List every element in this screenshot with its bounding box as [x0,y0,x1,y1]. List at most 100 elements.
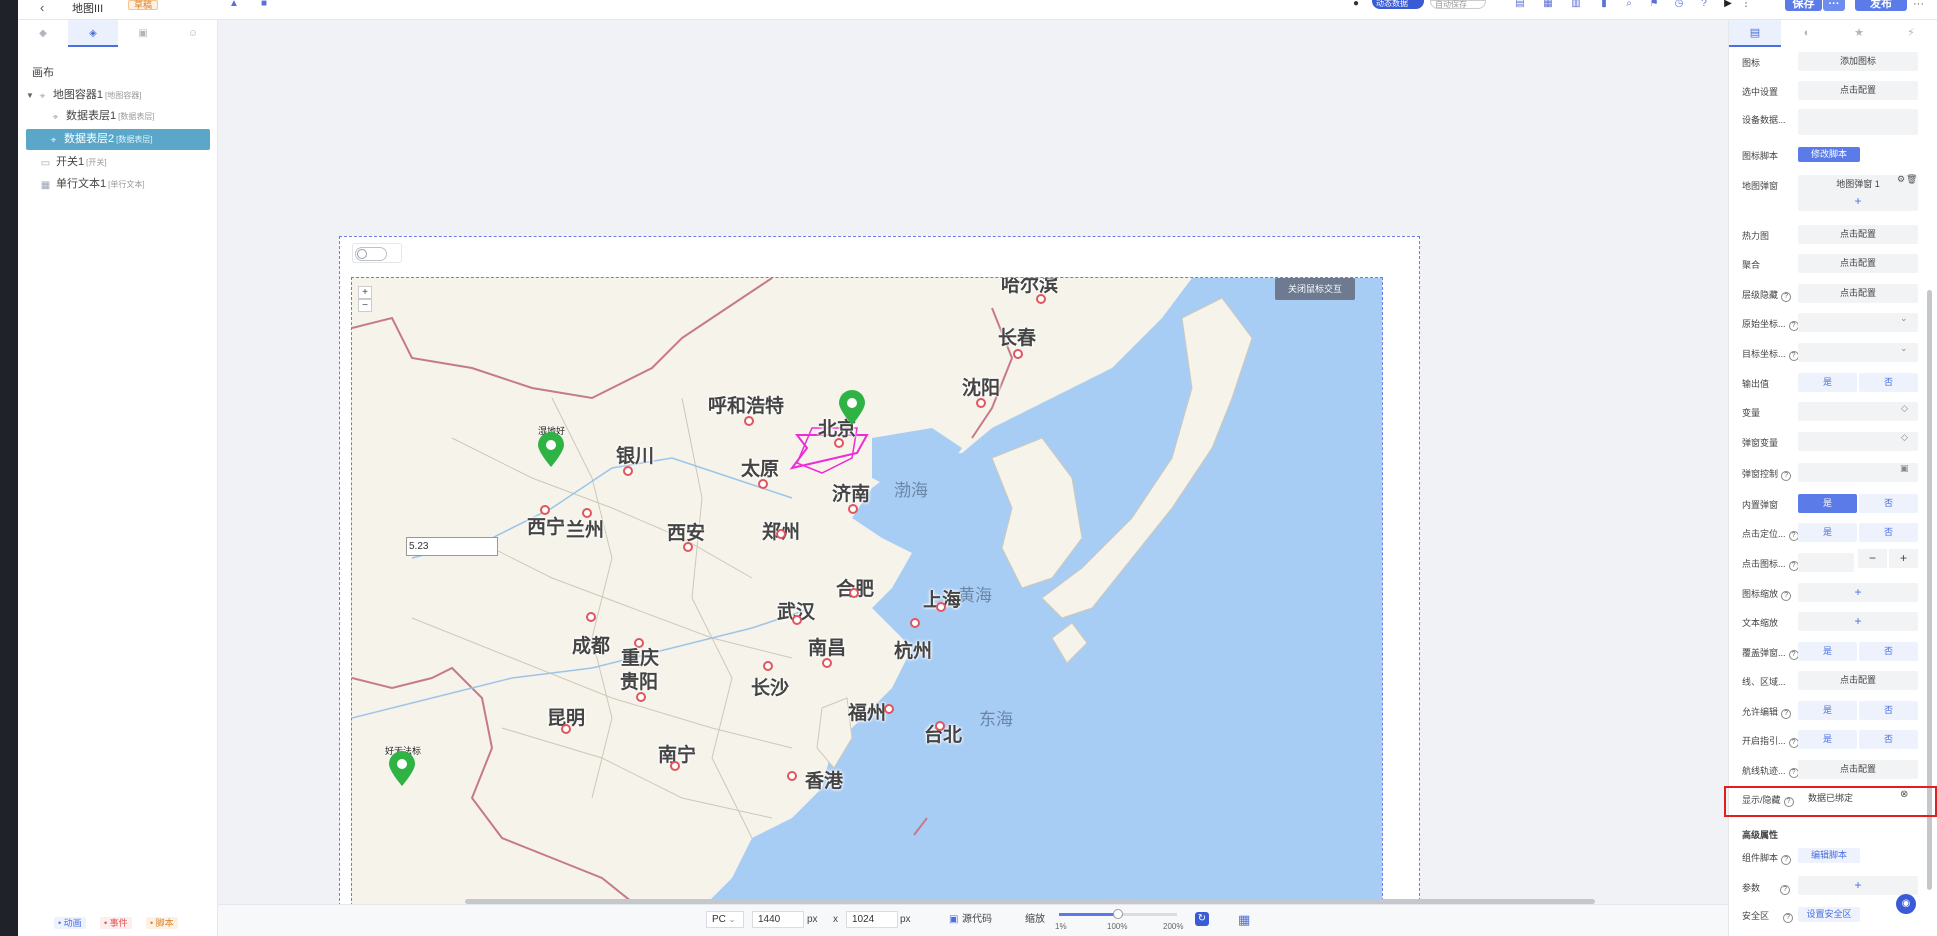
city-dot[interactable] [636,692,646,702]
map-container[interactable]: 渤海 黄海 东海 哈尔滨 长春 沈阳 呼和浩特 北京 银川 太原 济南 西宁 兰… [351,277,1383,936]
city-dot[interactable] [834,438,844,448]
switch-track[interactable] [355,247,387,261]
tab-style[interactable]: ◐ [1781,20,1833,47]
switch-component[interactable] [352,243,402,263]
tab-users[interactable]: ☺ [168,20,218,47]
city-dot[interactable] [670,761,680,771]
footer-event[interactable]: • 事件 [100,917,132,929]
grid-icon[interactable]: ▦ [1542,0,1554,9]
flag-icon[interactable]: ⚑ [1648,0,1660,9]
map-marker-icon[interactable] [837,390,867,426]
option-no[interactable]: 否 [1859,523,1918,542]
trash-icon[interactable]: 🗑 [1906,174,1917,185]
zoom-slider[interactable] [1059,909,1177,919]
robot-icon[interactable]: ● [1350,0,1362,9]
help-icon[interactable]: ? [1781,709,1792,719]
file-icon[interactable]: ▮ [1598,0,1610,9]
option-yes[interactable]: 是 [1798,701,1857,720]
chevron-down-icon[interactable]: ⌄ [1900,313,1908,324]
property-value[interactable]: 点击配置 [1798,81,1918,100]
device-select[interactable]: PC ⌄ [706,911,744,928]
city-dot[interactable] [623,466,633,476]
chart-icon[interactable]: ▤ [1514,0,1526,9]
city-dot[interactable] [787,771,797,781]
property-value[interactable]: 点击配置 [1798,254,1918,273]
city-dot[interactable] [936,602,946,612]
layer-icon[interactable]: ■ [258,0,270,9]
city-dot[interactable] [758,479,768,489]
tag-icon[interactable]: ◇ [1901,403,1908,414]
help-icon[interactable]: ? [1781,855,1792,865]
zoom-in-button[interactable]: + [358,286,372,299]
city-dot[interactable] [884,704,894,714]
option-no[interactable]: 否 [1859,494,1918,513]
property-value[interactable] [1798,402,1918,421]
close-interaction-button[interactable]: 关闭鼠标交互 [1275,278,1355,300]
play-icon[interactable]: ▶ [1722,0,1734,9]
zoom-slider-knob[interactable] [1113,909,1123,919]
city-dot[interactable] [848,504,858,514]
help-icon[interactable]: ? [1781,591,1792,601]
option-yes[interactable]: 是 [1798,373,1857,392]
city-dot[interactable] [683,542,693,552]
align-icon[interactable]: ▲ [228,0,240,9]
save-more-button[interactable]: ··· [1823,0,1845,11]
switch-knob[interactable] [357,249,367,259]
property-value[interactable]: 点击配置 [1798,225,1918,244]
property-value[interactable]: 点击配置 [1798,671,1918,690]
city-dot[interactable] [1013,349,1023,359]
tab-pages[interactable]: ▣ [118,20,168,47]
city-dot[interactable] [763,661,773,671]
expand-icon[interactable]: ▣ [1900,463,1909,474]
clock-icon[interactable]: ◷ [1673,0,1685,9]
tab-components[interactable]: ◆ [18,20,68,47]
refresh-icon[interactable]: ↻ [1195,912,1209,926]
tree-item-data-layer-1[interactable]: ⌖ 数据表层1 [数据表层] [26,106,212,127]
city-dot[interactable] [935,721,945,731]
table-icon[interactable]: ▥ [1570,0,1582,9]
city-dot[interactable] [976,398,986,408]
save-button[interactable]: 保存 [1785,0,1822,11]
help-icon[interactable]: ? [1780,885,1791,895]
tab-interaction[interactable]: ⚡ [1885,20,1937,47]
map-marker-icon[interactable] [387,751,417,787]
expand-arrow-icon[interactable]: ▼ [26,91,34,100]
property-value[interactable]: + [1798,612,1918,631]
tree-item-map-container[interactable]: ▼ ⌖ 地图容器1 [地图容器] [26,85,212,106]
option-yes[interactable]: 是 [1798,523,1857,542]
source-code-link[interactable]: 源代码 [962,911,992,928]
stepper-plus-button[interactable]: + [1889,549,1918,568]
city-dot[interactable] [822,658,832,668]
auto-save-toggle[interactable]: 自动保存 [1430,0,1486,9]
property-value[interactable]: 点击配置 [1798,760,1918,779]
tab-properties[interactable]: ▤ [1729,20,1781,47]
publish-button[interactable]: 发布 [1855,0,1907,11]
tag-icon[interactable]: ◇ [1901,432,1908,443]
zoom-out-button[interactable]: − [358,299,372,312]
help-icon[interactable]: ? [1698,0,1710,9]
footer-animation[interactable]: • 动画 [54,917,86,929]
more-vertical-icon[interactable]: ⋮ [1740,0,1752,9]
set-safe-area-button[interactable]: 设置安全区 [1798,907,1860,922]
option-no[interactable]: 否 [1859,701,1918,720]
add-popup-button[interactable]: + [1798,192,1918,211]
city-dot[interactable] [910,618,920,628]
option-no[interactable]: 否 [1859,642,1918,661]
city-dot[interactable] [582,508,592,518]
assistant-icon[interactable]: ◉ [1896,894,1916,914]
city-dot[interactable] [586,612,596,622]
option-yes[interactable]: 是 [1798,730,1857,749]
city-dot[interactable] [849,588,859,598]
chevron-down-icon[interactable]: ⌄ [1900,343,1908,354]
text-input-component[interactable]: 5.23 [406,537,498,556]
search-icon[interactable]: ⌕ [1623,0,1635,9]
dynamic-data-toggle[interactable]: 动态数据 [1372,0,1424,9]
grid-view-icon[interactable]: ▦ [1238,911,1250,928]
menu-more-icon[interactable]: ··· [1913,0,1924,10]
width-input[interactable]: 1440 [752,911,804,928]
property-value[interactable]: 添加图标 [1798,52,1918,71]
city-dot[interactable] [540,505,550,515]
property-value[interactable] [1798,553,1854,572]
help-icon[interactable]: ? [1783,913,1794,923]
tab-favorite[interactable]: ★ [1833,20,1885,47]
